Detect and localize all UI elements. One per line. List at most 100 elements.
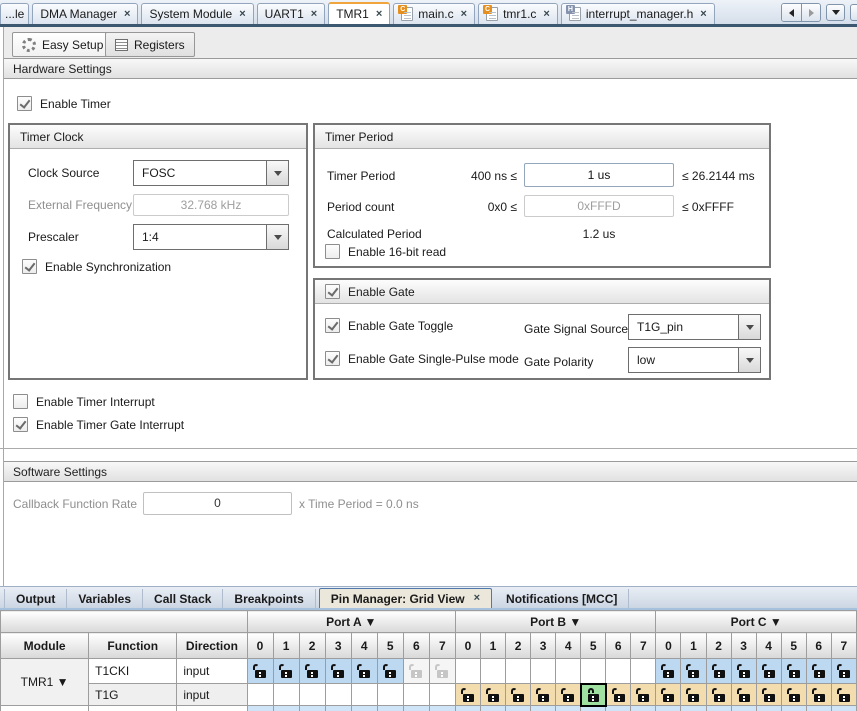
close-tab-icon[interactable]: × — [461, 8, 467, 20]
close-tab-icon[interactable]: × — [311, 8, 317, 20]
clock-source-dropdown-button[interactable] — [266, 161, 288, 185]
pin-cell-t1cki-rb1[interactable] — [479, 658, 507, 684]
callback-function-rate-input[interactable]: 0 — [143, 492, 292, 515]
pin-cell-t1cki-ra1[interactable] — [272, 658, 300, 684]
pin-cell-t1cki-ra4[interactable] — [350, 658, 378, 684]
pin-cell-t1cki-rc6[interactable] — [805, 658, 832, 684]
pin-cell-t1g-ra3[interactable] — [324, 683, 352, 706]
pin-cell-t1g-rc1[interactable] — [680, 683, 707, 706]
bottom-tab-variables[interactable]: Variables — [67, 589, 144, 608]
prescaler-combobox[interactable]: 1:4 — [133, 224, 289, 250]
timer-period-input[interactable]: 1 us — [524, 163, 674, 187]
enable-gate-single-pulse-checkbox[interactable] — [325, 351, 340, 366]
pin-cell-t1g-rc0[interactable] — [655, 683, 682, 706]
pin-cell-t1cki-ra0[interactable] — [246, 658, 274, 684]
gate-signal-source-dropdown-button[interactable] — [738, 315, 760, 339]
editor-tab-tmr1[interactable]: TMR1 × — [328, 2, 391, 24]
pin-cell-t1g-rb3[interactable] — [530, 683, 557, 706]
gate-signal-source-combobox[interactable]: T1G_pin — [628, 314, 761, 340]
close-tab-icon[interactable]: × — [239, 8, 245, 20]
editor-tab-tmr1-c[interactable]: Ctmr1.c × — [478, 3, 558, 24]
pin-cell-t1cki-rc4[interactable] — [755, 658, 782, 684]
pin-cell-t1g-ra1[interactable] — [272, 683, 300, 706]
pin-cell-t1cki-rc3[interactable] — [730, 658, 757, 684]
pin-cell-t1cki-rb3[interactable] — [530, 658, 557, 684]
pin-cell-t1cki-rb2[interactable] — [505, 658, 532, 684]
bottom-tab-call-stack[interactable]: Call Stack — [143, 589, 224, 608]
pin-cell-t1cki-ra3[interactable] — [324, 658, 352, 684]
pin-cell-t1g-rc6[interactable] — [805, 683, 832, 706]
pin-cell-t1cki-rc7[interactable] — [830, 658, 857, 684]
software-settings-header[interactable]: Software Settings — [4, 461, 857, 482]
pin-cell-t1g-rc2[interactable] — [705, 683, 732, 706]
enable-timer-gate-interrupt-checkbox[interactable] — [13, 417, 28, 432]
pin-cell-t1g-rb0[interactable] — [454, 683, 482, 706]
port-header-port-a[interactable]: Port A ▼ — [246, 610, 456, 633]
editor-tab-system-module[interactable]: System Module × — [141, 3, 254, 24]
maximize-window-button[interactable] — [850, 4, 857, 21]
pin-cell-t1g-rb4[interactable] — [555, 683, 582, 706]
editor-tab-overflow[interactable]: ...le — [0, 3, 30, 24]
module-cell-tmr1[interactable]: TMR1 ▼ — [0, 658, 90, 706]
pin-cell-t1cki-rc1[interactable] — [680, 658, 707, 684]
pin-cell-t1cki-rc2[interactable] — [705, 658, 732, 684]
pin-cell-t1g-ra4[interactable] — [350, 683, 378, 706]
pin-cell-t1cki-ra2[interactable] — [298, 658, 326, 684]
close-tab-icon[interactable]: × — [543, 8, 549, 20]
pin-cell-t1g-rb1[interactable] — [479, 683, 507, 706]
pin-cell-t1g-rb7[interactable] — [630, 683, 657, 706]
pin-cell-t1cki-rb4[interactable] — [555, 658, 582, 684]
port-header-port-c[interactable]: Port C ▼ — [655, 610, 857, 633]
enable-gate-checkbox[interactable] — [325, 284, 340, 299]
close-tab-icon[interactable]: × — [700, 8, 706, 20]
bottom-tab-output[interactable]: Output — [4, 589, 68, 608]
prescaler-dropdown-button[interactable] — [266, 225, 288, 249]
pin-cell-t1g-ra2[interactable] — [298, 683, 326, 706]
bottom-tab-notifications-mcc[interactable]: Notifications [MCC] — [495, 589, 630, 608]
pin-cell-t1cki-rb0[interactable] — [454, 658, 482, 684]
pin-cell-t1cki-rc0[interactable] — [655, 658, 682, 684]
enable-timer-checkbox[interactable] — [17, 96, 32, 111]
pin-cell-t1cki-rc5[interactable] — [780, 658, 807, 684]
pin-cell-t1g-rc4[interactable] — [755, 683, 782, 706]
close-tab-icon[interactable]: × — [376, 8, 382, 20]
pin-cell-t1cki-rb5[interactable] — [580, 658, 607, 684]
pin-cell-t1g-rc3[interactable] — [730, 683, 757, 706]
editor-tab-uart1[interactable]: UART1 × — [256, 3, 326, 24]
editor-tab-interrupt-manager-h[interactable]: Hinterrupt_manager.h × — [560, 3, 715, 24]
pin-cell-t1g-rb6[interactable] — [605, 683, 632, 706]
easy-setup-button[interactable]: Easy Setup — [12, 32, 114, 57]
editor-tab-main-c[interactable]: Cmain.c × — [393, 3, 476, 24]
pin-cell-t1cki-ra7[interactable] — [428, 658, 456, 684]
close-tab-icon[interactable]: × — [474, 593, 480, 604]
close-tab-icon[interactable]: × — [124, 8, 130, 20]
pin-cell-t1cki-rb6[interactable] — [605, 658, 632, 684]
bottom-tab-pin-manager-grid-view[interactable]: Pin Manager: Grid View × — [318, 588, 493, 608]
pin-cell-t1cki-rb7[interactable] — [630, 658, 657, 684]
pin-cell-t1g-ra5[interactable] — [376, 683, 404, 706]
enable-timer-interrupt-checkbox[interactable] — [13, 394, 28, 409]
pin-cell-t1g-rc7[interactable] — [830, 683, 857, 706]
scroll-tabs-right-button[interactable] — [801, 4, 820, 21]
gate-polarity-combobox[interactable]: low — [628, 347, 761, 373]
enable-gate-toggle-checkbox[interactable] — [325, 318, 340, 333]
bottom-tab-breakpoints[interactable]: Breakpoints — [223, 589, 316, 608]
enable-16bit-read-checkbox[interactable] — [325, 244, 340, 259]
tab-list-dropdown-button[interactable] — [826, 4, 845, 21]
scroll-tabs-left-button[interactable] — [782, 4, 801, 21]
pin-cell-t1g-ra6[interactable] — [402, 683, 430, 706]
registers-button[interactable]: Registers — [105, 32, 195, 57]
pin-cell-t1g-ra0[interactable] — [246, 683, 274, 706]
pin-cell-t1cki-ra5[interactable] — [376, 658, 404, 684]
port-header-port-b[interactable]: Port B ▼ — [454, 610, 657, 633]
pin-cell-t1cki-ra6[interactable] — [402, 658, 430, 684]
pin-cell-t1g-ra7[interactable] — [428, 683, 456, 706]
hardware-settings-header[interactable]: Hardware Settings — [4, 58, 857, 79]
pin-cell-t1g-rb5[interactable] — [579, 682, 607, 707]
clock-source-combobox[interactable]: FOSC — [133, 160, 289, 186]
editor-tab-dma-manager[interactable]: DMA Manager × — [32, 3, 139, 24]
gate-polarity-dropdown-button[interactable] — [738, 348, 760, 372]
pin-cell-t1g-rc5[interactable] — [780, 683, 807, 706]
pin-cell-t1g-rb2[interactable] — [505, 683, 532, 706]
enable-synchronization-checkbox[interactable] — [22, 259, 37, 274]
